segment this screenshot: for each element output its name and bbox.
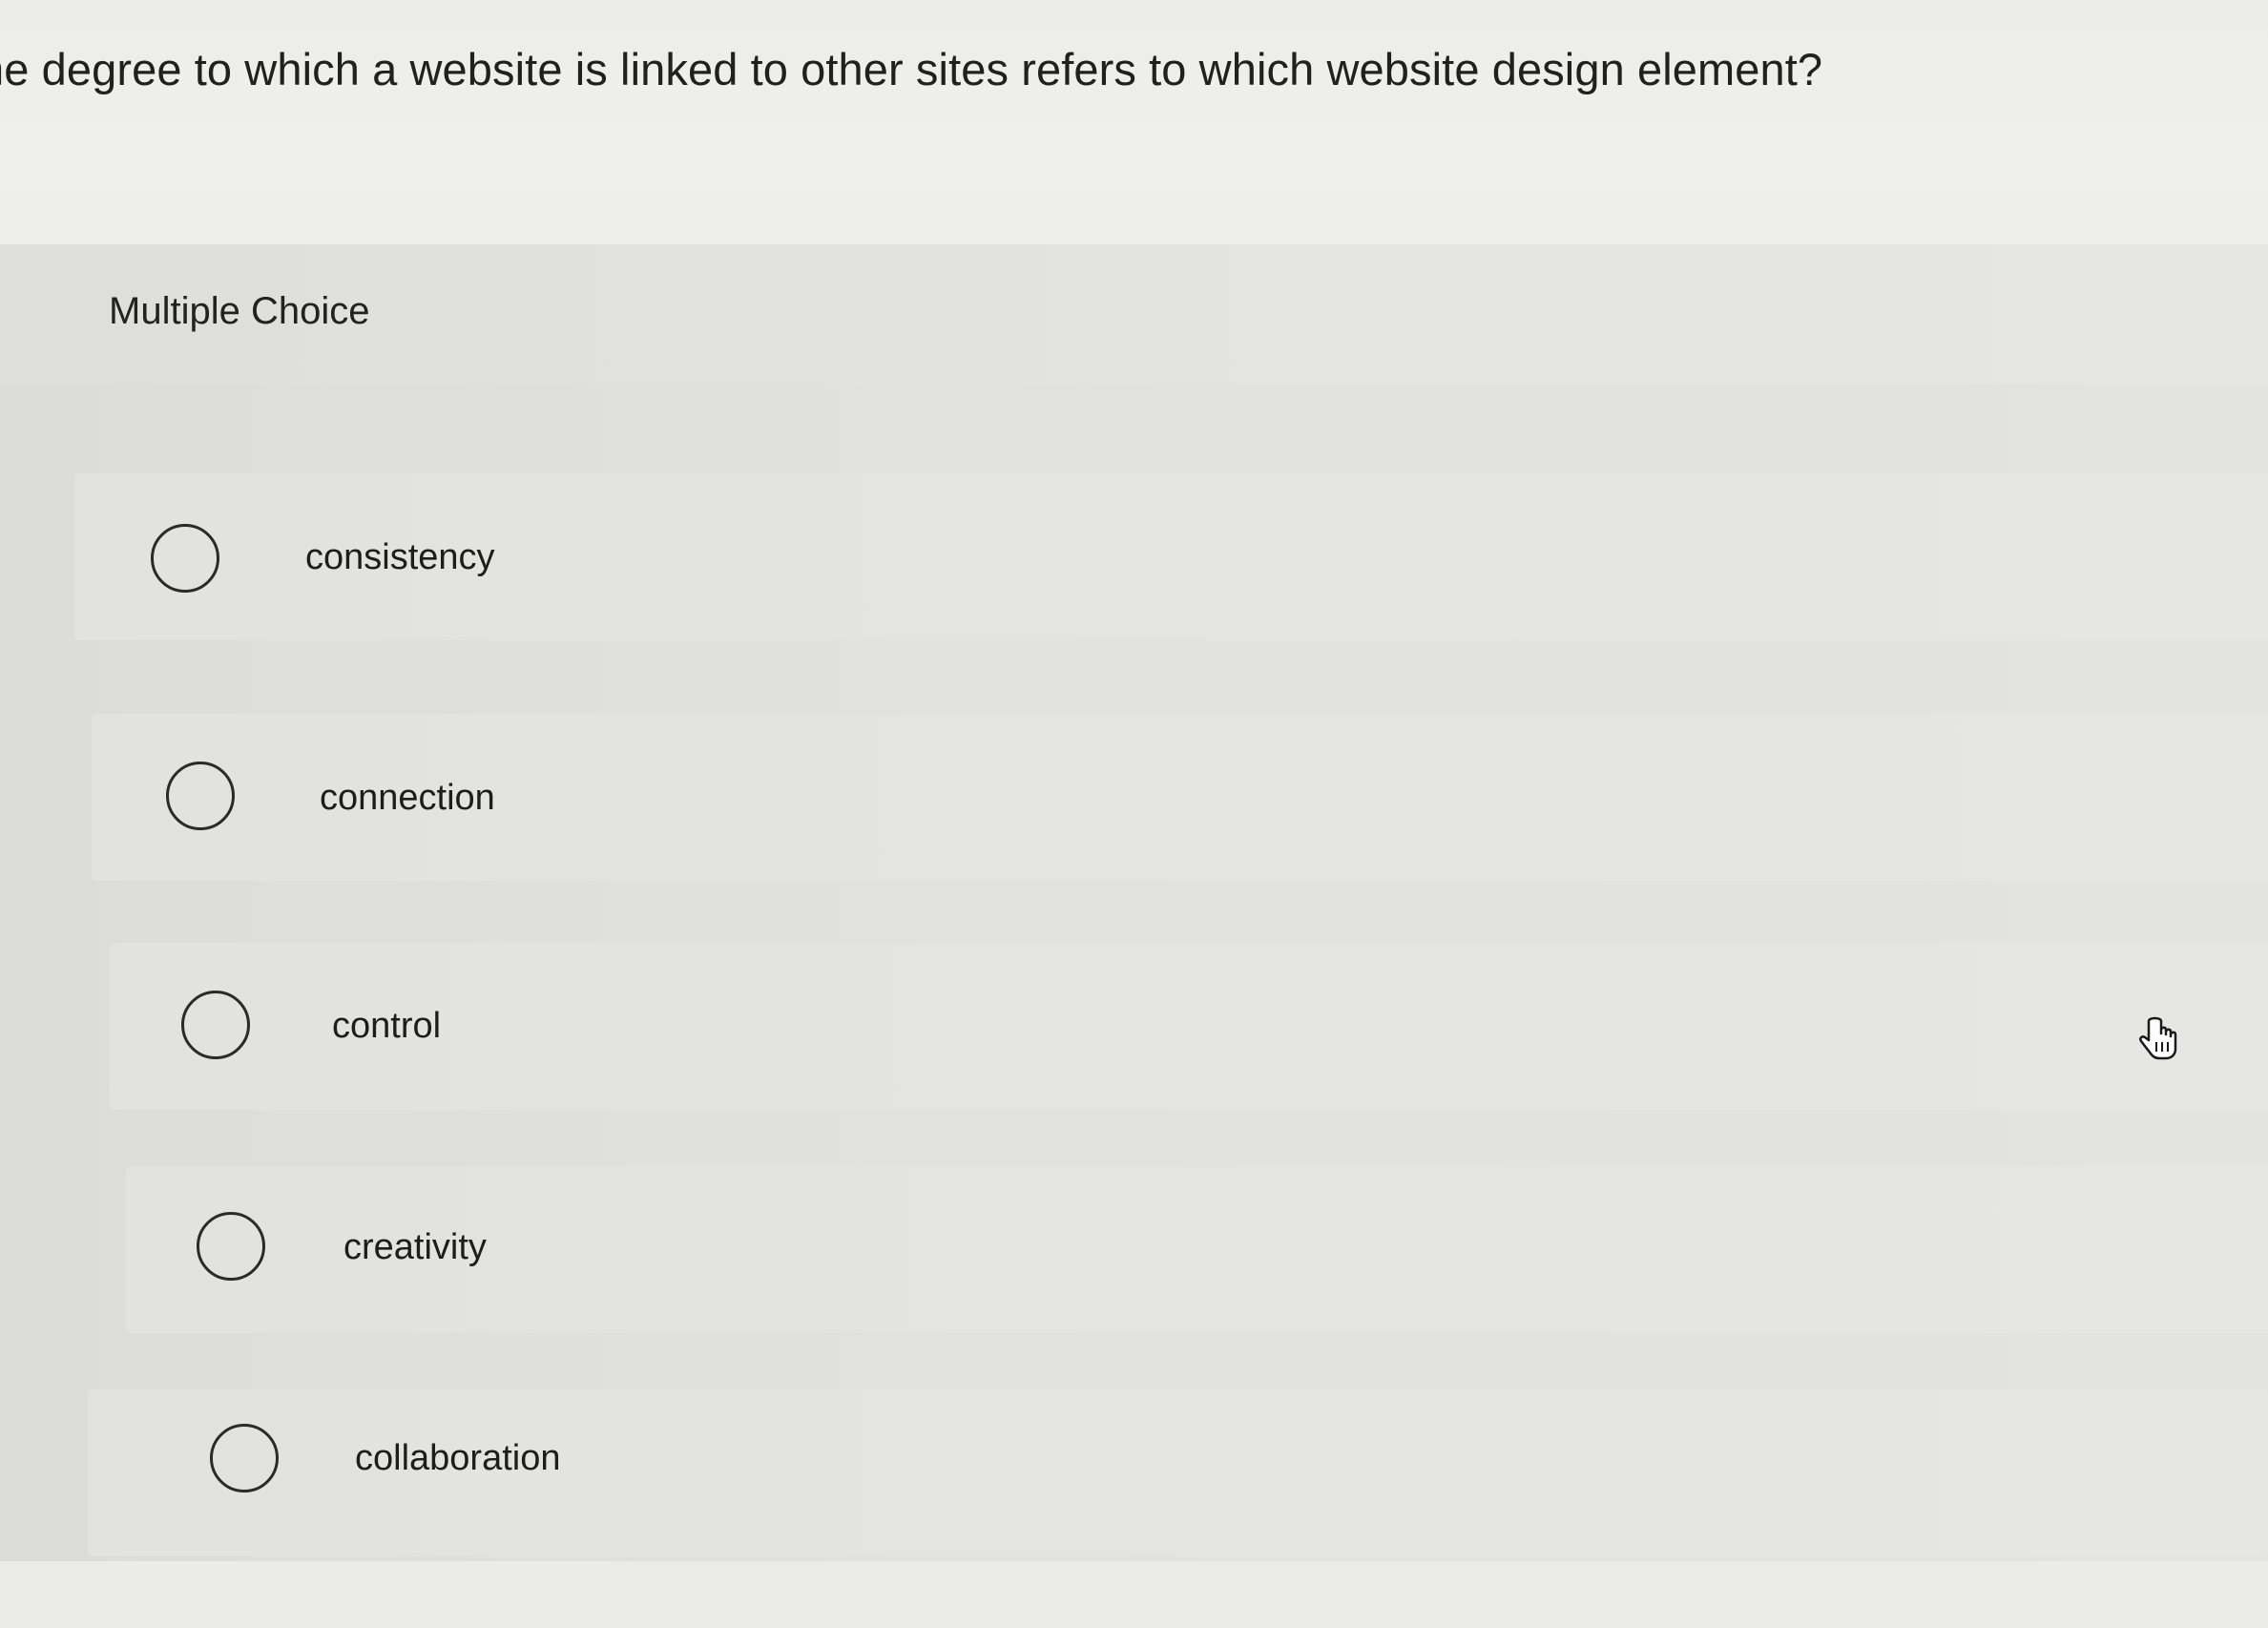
choice-option-connection[interactable]: connection bbox=[92, 714, 2268, 881]
choice-label: control bbox=[332, 1006, 442, 1046]
radio-button[interactable] bbox=[181, 991, 250, 1059]
choice-option-consistency[interactable]: consistency bbox=[74, 473, 2268, 640]
choice-label: creativity bbox=[343, 1227, 487, 1267]
choice-option-control[interactable]: control bbox=[109, 943, 2268, 1110]
radio-button[interactable] bbox=[151, 524, 219, 593]
radio-button[interactable] bbox=[166, 762, 235, 830]
choice-option-collaboration[interactable]: collaboration bbox=[88, 1389, 2268, 1556]
choice-list: consistency connection control creativit… bbox=[0, 0, 2268, 1628]
radio-button[interactable] bbox=[210, 1424, 279, 1492]
choice-label: connection bbox=[320, 778, 495, 818]
choice-label: consistency bbox=[305, 537, 495, 577]
page-footer-area bbox=[0, 1561, 2268, 1628]
radio-button[interactable] bbox=[197, 1212, 265, 1281]
choice-option-creativity[interactable]: creativity bbox=[126, 1166, 2268, 1333]
hand-pointer-icon bbox=[2139, 1016, 2177, 1060]
choice-label: collaboration bbox=[355, 1438, 561, 1478]
